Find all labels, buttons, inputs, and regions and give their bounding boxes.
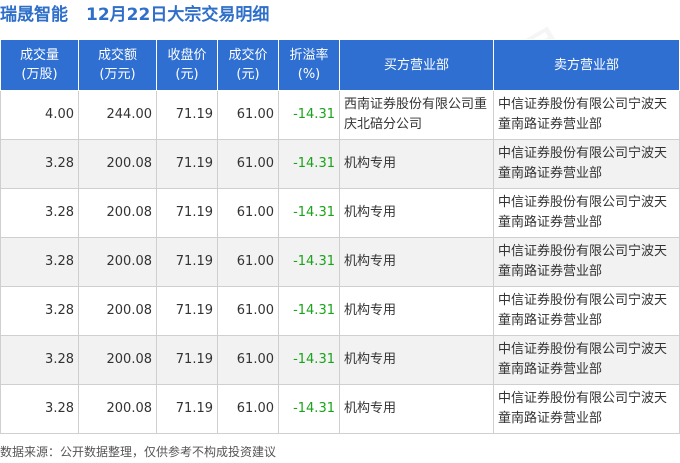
cell-volume: 3.28: [0, 384, 79, 434]
table-row[interactable]: 3.28 200.08 71.19 61.00 -14.31 机构专用 中信证券股份有限公司…: [0, 286, 680, 336]
table-row[interactable]: 3.28 200.08 71.19 61.00 -14.31 机构专用 中信证券股份有限公司…: [0, 384, 680, 434]
cell-deal-price: 61.00: [217, 384, 279, 434]
cell-premium-rate: -14.31: [278, 188, 340, 238]
col-header-premium-rate[interactable]: 折溢率 (%): [278, 39, 340, 91]
cell-premium-rate: -14.31: [278, 335, 340, 385]
cell-amount: 244.00: [78, 90, 157, 140]
cell-volume: 3.28: [0, 188, 79, 238]
cell-deal-price: 61.00: [217, 237, 279, 287]
cell-seller: 中信证券股份有限公司宁波天童南路证券营业部: [493, 139, 680, 189]
cell-seller: 中信证券股份有限公司宁波天童南路证券营业部: [493, 90, 680, 140]
col-header-buyer[interactable]: 买方营业部: [339, 39, 494, 91]
table-row[interactable]: 3.28 200.08 71.19 61.00 -14.31 机构专用 中信证券股份有限公司…: [0, 188, 680, 238]
cell-volume: 3.28: [0, 139, 79, 189]
cell-volume: 4.00: [0, 90, 79, 140]
col-header-seller[interactable]: 卖方营业部: [493, 39, 680, 91]
data-source-note: 数据来源：公开数据整理，仅供参考不构成投资建议: [0, 445, 277, 459]
cell-deal-price: 61.00: [217, 286, 279, 336]
cell-volume: 3.28: [0, 237, 79, 287]
table-header-row: 成交量 (万股) 成交额 (万元) 收盘价 (元) 成交价 (元) 折溢率 (%) 买方营…: [0, 39, 680, 91]
cell-amount: 200.08: [78, 286, 157, 336]
cell-buyer: 机构专用: [339, 384, 494, 434]
col-header-deal-price[interactable]: 成交价 (元): [217, 39, 279, 91]
cell-deal-price: 61.00: [217, 139, 279, 189]
cell-close-price: 71.19: [156, 90, 218, 140]
cell-amount: 200.08: [78, 237, 157, 287]
cell-deal-price: 61.00: [217, 90, 279, 140]
cell-buyer: 机构专用: [339, 139, 494, 189]
cell-buyer: 机构专用: [339, 286, 494, 336]
col-header-amount[interactable]: 成交额 (万元): [78, 39, 157, 91]
cell-buyer: 机构专用: [339, 188, 494, 238]
block-trade-table: 成交量 (万股) 成交额 (万元) 收盘价 (元) 成交价 (元) 折溢率 (%) 买方营…: [0, 39, 680, 434]
table-row[interactable]: 3.28 200.08 71.19 61.00 -14.31 机构专用 中信证券股份有限公司…: [0, 237, 680, 287]
cell-seller: 中信证券股份有限公司宁波天童南路证券营业部: [493, 286, 680, 336]
cell-buyer: 机构专用: [339, 335, 494, 385]
cell-close-price: 71.19: [156, 335, 218, 385]
cell-deal-price: 61.00: [217, 188, 279, 238]
cell-seller: 中信证券股份有限公司宁波天童南路证券营业部: [493, 384, 680, 434]
page-title: 瑞晟智能 12月22日大宗交易明细: [0, 0, 269, 34]
cell-close-price: 71.19: [156, 286, 218, 336]
cell-amount: 200.08: [78, 384, 157, 434]
cell-close-price: 71.19: [156, 237, 218, 287]
table-row[interactable]: 3.28 200.08 71.19 61.00 -14.31 机构专用 中信证券股份有限公司…: [0, 139, 680, 189]
cell-close-price: 71.19: [156, 188, 218, 238]
cell-buyer: 西南证券股份有限公司重庆北碚分公司: [339, 90, 494, 140]
cell-premium-rate: -14.31: [278, 139, 340, 189]
cell-volume: 3.28: [0, 286, 79, 336]
cell-deal-price: 61.00: [217, 335, 279, 385]
cell-volume: 3.28: [0, 335, 79, 385]
report-subtitle: 12月22日大宗交易明细: [86, 5, 270, 25]
cell-premium-rate: -14.31: [278, 286, 340, 336]
cell-buyer: 机构专用: [339, 237, 494, 287]
cell-amount: 200.08: [78, 335, 157, 385]
cell-seller: 中信证券股份有限公司宁波天童南路证券营业部: [493, 335, 680, 385]
stock-name: 瑞晟智能: [0, 5, 68, 25]
cell-amount: 200.08: [78, 188, 157, 238]
col-header-volume[interactable]: 成交量 (万股): [0, 39, 79, 91]
cell-premium-rate: -14.31: [278, 237, 340, 287]
cell-seller: 中信证券股份有限公司宁波天童南路证券营业部: [493, 237, 680, 287]
cell-close-price: 71.19: [156, 139, 218, 189]
cell-premium-rate: -14.31: [278, 90, 340, 140]
table-row[interactable]: 3.28 200.08 71.19 61.00 -14.31 机构专用 中信证券股份有限公司…: [0, 335, 680, 385]
cell-premium-rate: -14.31: [278, 384, 340, 434]
col-header-close-price[interactable]: 收盘价 (元): [156, 39, 218, 91]
cell-amount: 200.08: [78, 139, 157, 189]
table-row[interactable]: 4.00 244.00 71.19 61.00 -14.31 西南证券股份有限公司重庆北碚…: [0, 90, 680, 140]
cell-close-price: 71.19: [156, 384, 218, 434]
cell-seller: 中信证券股份有限公司宁波天童南路证券营业部: [493, 188, 680, 238]
